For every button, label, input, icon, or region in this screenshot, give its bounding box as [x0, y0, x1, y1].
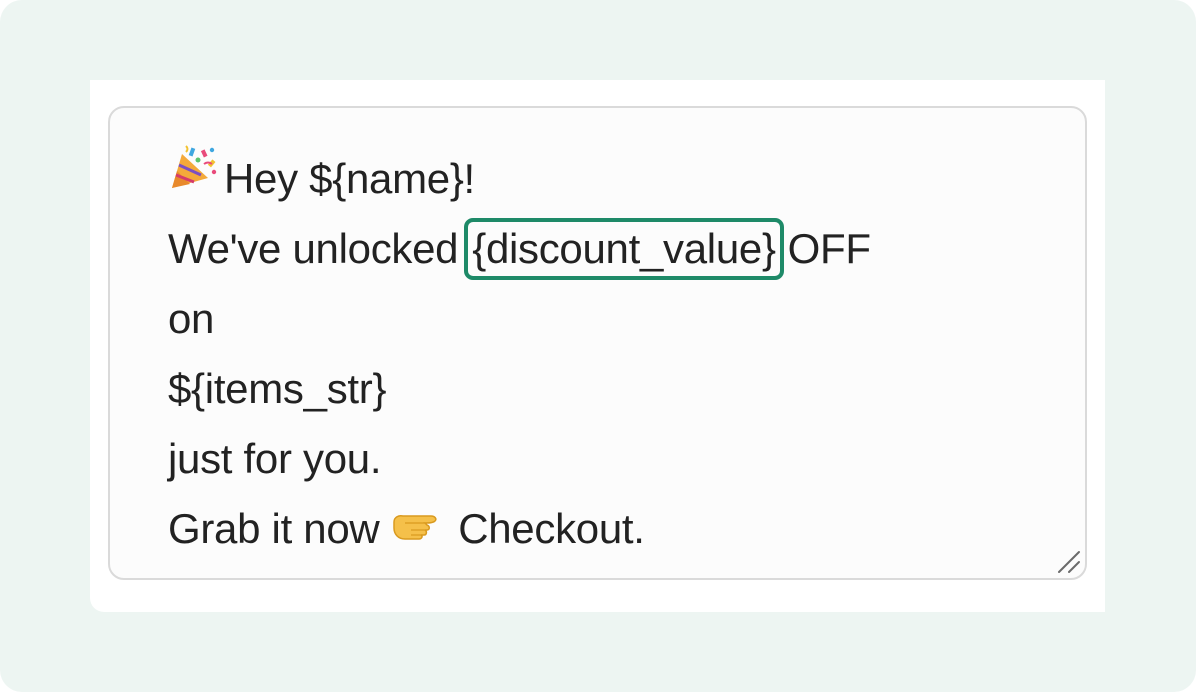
- pointing-hand-icon: [391, 493, 441, 563]
- just-for-you-line: just for you.: [168, 435, 382, 482]
- on-line: on: [168, 295, 215, 342]
- discount-value-variable[interactable]: {discount_value}: [464, 218, 784, 280]
- discount-line-suffix: OFF: [787, 225, 871, 272]
- name-variable: ${name}!: [309, 155, 475, 202]
- greeting-prefix: Hey: [224, 155, 298, 202]
- discount-line-prefix: We've unlocked: [168, 225, 459, 272]
- message-content[interactable]: Hey ${name}! We've unlocked {discount_val…: [168, 144, 1045, 564]
- cta-line: Grab it now Checkout.: [168, 494, 1045, 564]
- message-panel: Hey ${name}! We've unlocked {discount_val…: [90, 80, 1105, 612]
- greeting-line: Hey ${name}!: [168, 144, 1045, 214]
- discount-line: We've unlocked {discount_value} OFF: [168, 214, 1045, 284]
- items-variable-line: ${items_str}: [168, 365, 387, 412]
- party-popper-icon: [168, 143, 218, 213]
- message-textarea[interactable]: Hey ${name}! We've unlocked {discount_val…: [108, 106, 1087, 580]
- cta-prefix: Grab it now: [168, 505, 380, 552]
- cta-suffix: Checkout.: [458, 505, 645, 552]
- resize-handle-icon[interactable]: [1055, 548, 1083, 576]
